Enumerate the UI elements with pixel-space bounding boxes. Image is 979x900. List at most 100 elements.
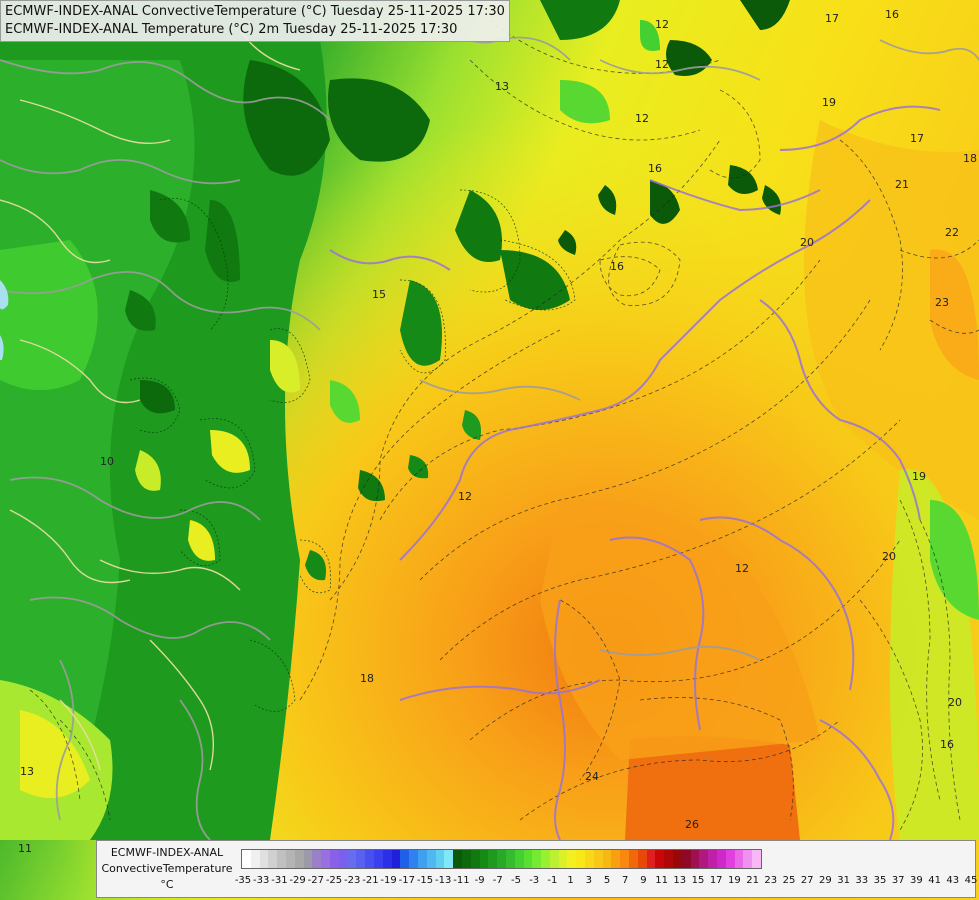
legend-parameter: ConvectiveTemperature	[101, 862, 233, 875]
legend-model: ECMWF-INDEX-ANAL	[110, 846, 224, 859]
legend-tick-label: -31	[271, 875, 288, 886]
weather-map: 12 17 161213121917182116202216152319201218…	[0, 0, 979, 900]
legend-swatch	[365, 850, 374, 868]
legend-tick-label: -5	[511, 875, 521, 886]
legend-swatch	[321, 850, 330, 868]
legend-tick-label: 17	[709, 875, 723, 886]
legend-tick-label: 15	[691, 875, 705, 886]
legend-tick-label: 11	[655, 875, 668, 886]
legend-swatch	[303, 850, 313, 868]
legend-tick-label: 5	[603, 875, 611, 886]
field-layer	[0, 0, 979, 900]
legend-swatch	[629, 850, 638, 868]
legend-tick-label: 33	[855, 875, 869, 886]
legend-unit: °C	[160, 878, 174, 891]
contour-value-label: 18	[963, 152, 977, 165]
legend-swatch	[356, 850, 366, 868]
legend-swatch	[523, 850, 533, 868]
contour-value-label: 16	[610, 260, 624, 273]
legend-tick-label: 1	[567, 875, 574, 886]
contour-value-label: 20	[800, 236, 814, 249]
legend-tick-label: -15	[416, 875, 434, 886]
legend-tick-label: 37	[891, 875, 905, 886]
legend-color-bar	[241, 849, 763, 869]
legend-tick-label: -25	[325, 875, 343, 886]
legend-swatch	[250, 850, 260, 868]
legend-tick-label: -19	[380, 875, 397, 886]
legend-swatch	[602, 850, 612, 868]
legend-swatch	[541, 850, 550, 868]
legend-tick-label: 21	[746, 875, 759, 886]
contour-value-label: 12	[655, 18, 669, 31]
contour-value-label: 19	[912, 470, 926, 483]
legend-swatch	[514, 850, 524, 868]
contour-value-label: 13	[495, 80, 509, 93]
legend-tick-label: 7	[622, 875, 629, 886]
legend-tick-label: 41	[928, 875, 941, 886]
legend-swatch	[426, 850, 436, 868]
legend-swatch	[444, 850, 454, 868]
legend-tick-label: 23	[764, 875, 778, 886]
legend-tick-label: -27	[307, 875, 324, 886]
contour-value-label: 20	[882, 550, 896, 563]
contour-value-label: 13	[20, 765, 34, 778]
legend-swatch	[699, 850, 709, 868]
contour-value-label: 20	[948, 696, 962, 709]
legend-tick-label: 45	[964, 875, 978, 886]
contour-value-label: 24	[585, 770, 599, 783]
legend-swatch	[373, 850, 383, 868]
legend-swatch	[382, 850, 392, 868]
legend-tick-label: -35	[234, 875, 252, 886]
legend-tick-label: 39	[910, 875, 923, 886]
legend-swatch	[681, 850, 691, 868]
legend-swatch	[338, 850, 348, 868]
legend-swatch	[725, 850, 735, 868]
legend-tick-label: -9	[474, 875, 485, 886]
legend-swatch	[611, 850, 621, 868]
legend-swatch	[576, 850, 586, 868]
contour-value-label: 17	[825, 12, 839, 25]
legend-tick-label: -33	[253, 875, 270, 886]
legend-swatch	[673, 850, 682, 868]
legend-swatch	[417, 850, 427, 868]
legend-swatch	[593, 850, 603, 868]
contour-value-label: 26	[685, 818, 699, 831]
legend-swatch	[664, 850, 674, 868]
legend-swatch	[277, 850, 286, 868]
legend-swatch	[453, 850, 462, 868]
legend-swatch	[409, 850, 418, 868]
legend-swatch	[497, 850, 506, 868]
legend-tick-label: -3	[529, 875, 540, 886]
legend-swatch	[347, 850, 357, 868]
legend-swatch	[470, 850, 480, 868]
legend-tick-label: -21	[362, 875, 379, 886]
legend-swatch	[558, 850, 568, 868]
legend-tick-label: 3	[585, 875, 592, 886]
contour-value-label: 16	[648, 162, 662, 175]
legend-tick-label: 19	[728, 875, 741, 886]
contour-value-label: 11	[18, 842, 32, 855]
contour-value-label: 23	[935, 296, 949, 309]
contour-value-label: 16	[940, 738, 954, 751]
legend-tick-label: 43	[946, 875, 960, 886]
contour-value-label: 16	[885, 8, 899, 21]
legend-swatch	[461, 850, 471, 868]
legend-swatch	[743, 850, 753, 868]
legend-swatch	[690, 850, 700, 868]
legend-swatch	[655, 850, 665, 868]
legend-swatch	[717, 850, 726, 868]
legend-tick-label: -13	[435, 875, 452, 886]
title-convective-temperature: ECMWF-INDEX-ANAL ConvectiveTemperature (…	[5, 4, 505, 19]
legend-tick-label: 27	[800, 875, 814, 886]
contour-value-label: 22	[945, 226, 959, 239]
contour-value-label: 12	[655, 58, 669, 71]
legend-swatch	[567, 850, 577, 868]
legend-tick-label: 25	[782, 875, 796, 886]
contour-value-label: 12	[735, 562, 749, 575]
legend-swatch	[752, 850, 762, 868]
contour-value-label: 15	[372, 288, 386, 301]
legend-tick-label: 29	[819, 875, 832, 886]
legend-swatch	[549, 850, 559, 868]
color-legend: ECMWF-INDEX-ANAL ConvectiveTemperature °…	[96, 840, 978, 898]
legend-tick-labels: -35 -33 -31 -29 -27 -25 -23 -21 -19 -17 -15 -13 -11-…	[234, 875, 978, 889]
